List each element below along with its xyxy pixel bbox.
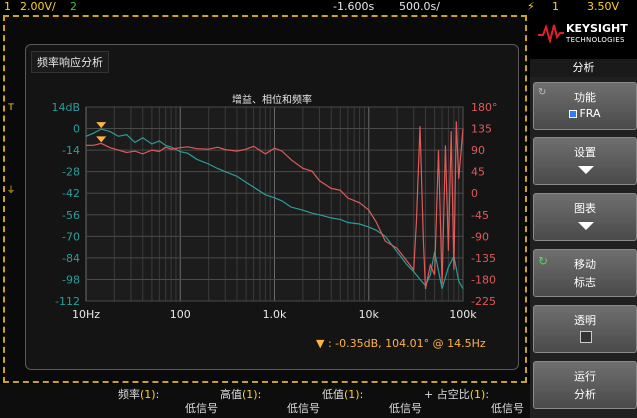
y-left-tick-label: -56 (62, 209, 80, 222)
softkey-run-analysis[interactable]: 运行 分析 (533, 361, 637, 409)
menu-header: 分析 (530, 59, 637, 77)
y-left-tick-label: -28 (62, 166, 80, 179)
y-left-tick-label: 14dB (51, 101, 80, 114)
measurement-value: 低信号 (491, 402, 524, 415)
trigger-level-marker-icon: T (8, 103, 14, 113)
measurement-value: 低信号 (287, 402, 320, 415)
ch1-scale[interactable]: 2.00V/ (20, 0, 56, 13)
marker-readout-icon: ▼ : (316, 337, 336, 350)
y-right-tick-label: 90 (471, 144, 485, 157)
brand-logo: KEYSIGHT TECHNOLOGIES (530, 13, 637, 59)
measurement-name: 低值 (322, 388, 344, 401)
fra-checkbox-icon (569, 110, 578, 118)
softkey-function[interactable]: ↻ 功能 FRA (533, 82, 637, 130)
status-bar: 1 2.00V/ 2 -1.600s 500.0s/ ⚡ 1 3.50V (0, 0, 637, 13)
trigger-icon: ⚡ (527, 0, 535, 13)
measurement-name: + 占空比 (424, 388, 470, 401)
measurement-channel: (1) (344, 388, 360, 401)
measurement-name: 高值 (220, 388, 242, 401)
softkey-transparent[interactable]: 透明 (533, 305, 637, 353)
measurement-value: 低信号 (185, 402, 218, 415)
y-right-tick-label: -225 (471, 295, 496, 308)
softkey-label: 设置 (574, 146, 596, 159)
time-scale[interactable]: 500.0s/ (399, 0, 440, 13)
y-right-tick-label: -135 (471, 252, 496, 265)
measurement-channel: (1) (140, 388, 156, 401)
trigger-channel[interactable]: 1 (552, 0, 559, 13)
measurement-channel: (1) (242, 388, 258, 401)
y-right-tick-label: 45 (471, 166, 485, 179)
ground-marker-icon: ⏚ (6, 186, 16, 196)
softkey-move-marker[interactable]: ↻ 移动 标志 (533, 249, 637, 297)
softkey-label: 移动 (574, 258, 596, 271)
x-tick-label: 1.0k (263, 308, 287, 321)
softkey-value: 分析 (574, 388, 596, 401)
measurement-name: 频率 (118, 388, 140, 401)
measurement-colon: : (257, 388, 262, 401)
brand-name: KEYSIGHT (566, 22, 628, 35)
measurement-frequency[interactable]: 频率(1): 低信号 (118, 386, 218, 416)
x-tick-label: 100k (449, 308, 477, 321)
y-right-tick-label: -45 (471, 209, 489, 222)
keysight-wave-icon (538, 23, 564, 43)
x-tick-label: 10Hz (72, 308, 100, 321)
measurement-colon: : (485, 388, 490, 401)
y-left-tick-label: -70 (62, 230, 80, 243)
x-tick-label: 10k (359, 308, 380, 321)
waveform-display[interactable]: T ⏚ 频率响应分析 增益、相位和频率 14dB 0 -14 -28 -42 -56 -70… (3, 15, 527, 383)
trigger-level[interactable]: 3.50V (587, 0, 619, 13)
y-right-tick-label: 0 (471, 187, 478, 200)
marker-readout-value: -0.35dB, 104.01° @ 14.5Hz (335, 337, 486, 350)
submenu-arrow-icon (578, 222, 594, 230)
y-left-tick-label: -84 (62, 252, 80, 265)
measurement-bar: 频率(1): 低信号 高值(1): 低信号 低值(1): 低信号 + 占空比(1… (0, 384, 530, 418)
y-right-tick-label: -180 (471, 273, 496, 286)
y-left-tick-label: -98 (62, 273, 80, 286)
y-right-tick-label: 135 (471, 123, 492, 136)
bode-plot: 14dB 0 -14 -28 -42 -56 -70 -84 -98 -112 180° 135 90 4… (51, 101, 498, 321)
submenu-arrow-icon (578, 166, 594, 174)
softkey-label: 运行 (574, 370, 596, 383)
y-right-tick-label: 180° (471, 101, 498, 114)
ch2-number[interactable]: 2 (70, 0, 77, 13)
softkey-value: FRA (534, 107, 636, 120)
marker-readout: ▼ : -0.35dB, 104.01° @ 14.5Hz (316, 337, 486, 350)
softkey-value: 标志 (574, 276, 596, 289)
measurement-low[interactable]: 低值(1): 低信号 (322, 386, 422, 416)
fra-analysis-window[interactable]: 频率响应分析 增益、相位和频率 14dB 0 -14 -28 -42 -56 -70 -84-… (25, 44, 519, 370)
measurement-duty-cycle[interactable]: + 占空比(1): 低信号 (424, 386, 524, 416)
y-left-tick-label: -14 (62, 144, 80, 157)
y-left-tick-label: -42 (62, 187, 80, 200)
x-tick-label: 100 (170, 308, 191, 321)
brand-subtitle: TECHNOLOGIES (566, 36, 625, 44)
softkey-chart[interactable]: 图表 (533, 193, 637, 241)
measurement-value: 低信号 (389, 402, 422, 415)
time-delay[interactable]: -1.600s (333, 0, 374, 13)
softkey-label: 功能 (574, 91, 596, 104)
measurement-high[interactable]: 高值(1): 低信号 (220, 386, 320, 416)
measurement-colon: : (359, 388, 364, 401)
transparent-checkbox[interactable] (580, 331, 592, 343)
softkey-label: 图表 (574, 202, 596, 215)
softkey-setup[interactable]: 设置 (533, 137, 637, 185)
measurement-colon: : (155, 388, 160, 401)
measurement-channel: (1) (469, 388, 486, 401)
ch1-number[interactable]: 1 (4, 0, 11, 13)
softkey-label: 透明 (574, 314, 596, 327)
y-right-tick-label: -90 (471, 230, 489, 243)
softkey-panel: KEYSIGHT TECHNOLOGIES 分析 ↻ 功能 FRA 设置 图表 … (530, 13, 637, 418)
y-left-tick-label: -112 (55, 295, 80, 308)
y-left-tick-label: 0 (73, 123, 80, 136)
